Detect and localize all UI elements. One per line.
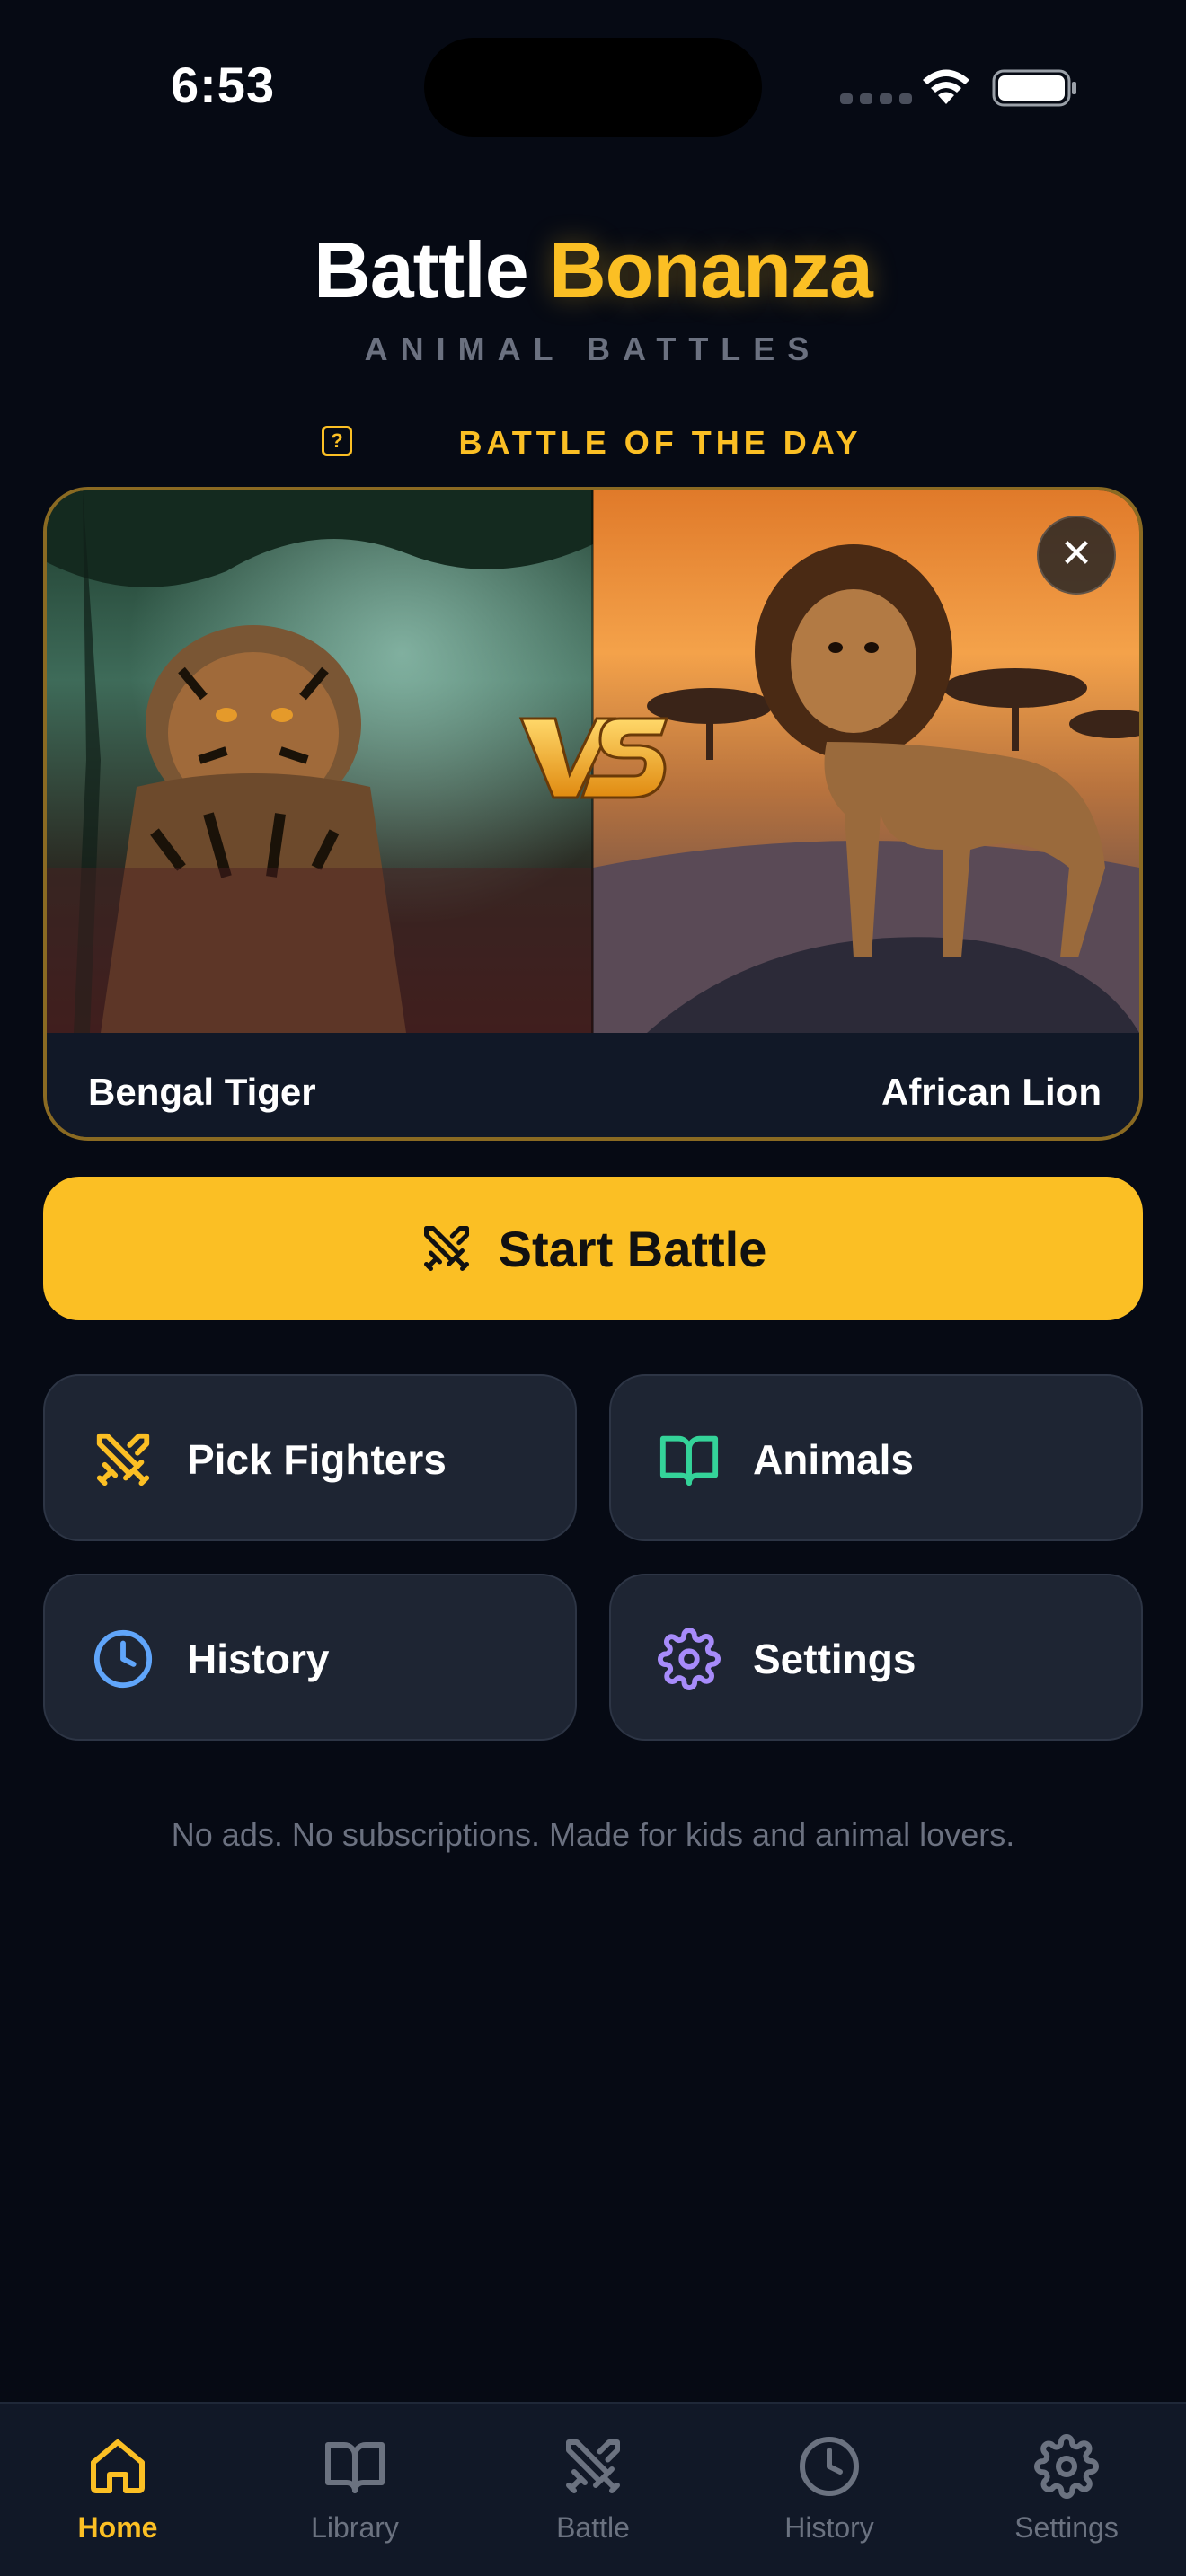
tab-battle-label: Battle	[556, 2511, 630, 2544]
battery-icon	[992, 69, 1076, 107]
card-footer: Bengal Tiger African Lion	[47, 1033, 1139, 1137]
status-time: 6:53	[171, 57, 276, 113]
tab-settings[interactable]: Settings	[959, 2404, 1174, 2576]
start-battle-button[interactable]: Start Battle	[43, 1177, 1143, 1320]
battle-of-the-day-card[interactable]: ✕ Bengal Tiger African Lion	[43, 487, 1143, 1141]
dynamic-island	[424, 38, 762, 137]
vs-badge	[518, 717, 669, 799]
app-subtitle: ANIMAL BATTLES	[364, 331, 822, 367]
app-title-main: Battle	[314, 225, 528, 314]
tiger-image	[47, 490, 593, 1033]
pick-fighters-button[interactable]: Pick Fighters	[43, 1374, 577, 1541]
fighter-left-name: Bengal Tiger	[88, 1071, 316, 1113]
close-button[interactable]: ✕	[1037, 516, 1116, 595]
start-battle-label: Start Battle	[498, 1220, 767, 1277]
app-title-accent: Bonanza	[549, 225, 873, 314]
tab-home-label: Home	[77, 2511, 158, 2544]
crossed-swords-icon	[423, 1226, 469, 1271]
gear-icon	[658, 1628, 721, 1690]
app-title: Battle Bonanza	[0, 225, 1186, 316]
animals-button[interactable]: Animals	[609, 1374, 1143, 1541]
history-button[interactable]: History	[43, 1574, 577, 1741]
tab-library[interactable]: Library	[247, 2404, 463, 2576]
battle-of-the-day-label: BATTLE OF THE DAY	[458, 424, 863, 461]
pick-fighters-label: Pick Fighters	[187, 1436, 447, 1483]
tab-settings-label: Settings	[1014, 2511, 1119, 2544]
tab-history-label: History	[784, 2511, 874, 2544]
home-icon	[91, 2439, 145, 2493]
tab-home[interactable]: Home	[10, 2404, 226, 2576]
battle-of-the-day-header: ? BATTLE OF THE DAY	[0, 420, 1186, 462]
crossed-swords-icon	[96, 1433, 150, 1486]
crossed-swords-icon	[566, 2439, 620, 2493]
fighter-right-name: African Lion	[881, 1071, 1102, 1113]
gear-icon	[1034, 2434, 1099, 2499]
book-icon	[325, 2442, 385, 2493]
cellular-signal-icon	[840, 93, 912, 104]
tab-history[interactable]: History	[721, 2404, 937, 2576]
question-icon[interactable]: ?	[322, 426, 352, 456]
settings-button[interactable]: Settings	[609, 1574, 1143, 1741]
wifi-icon	[923, 69, 969, 104]
clock-icon	[93, 1629, 153, 1689]
tab-library-label: Library	[311, 2511, 399, 2544]
settings-label: Settings	[753, 1636, 916, 1682]
clock-icon	[800, 2437, 859, 2496]
footer-note: No ads. No subscriptions. Made for kids …	[171, 1816, 1015, 1853]
tab-bar: Home Library Battle History Settings	[0, 2402, 1186, 2576]
tab-battle[interactable]: Battle	[485, 2404, 701, 2576]
animals-label: Animals	[753, 1436, 914, 1483]
book-icon	[659, 1435, 719, 1486]
status-bar: 6:53	[0, 0, 1186, 171]
history-label: History	[187, 1636, 330, 1682]
